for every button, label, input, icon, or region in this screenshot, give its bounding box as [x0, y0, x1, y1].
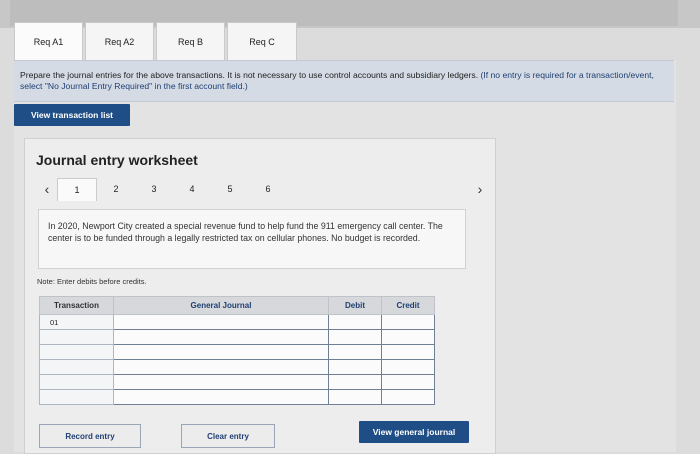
- tab-req-a2[interactable]: Req A2: [85, 22, 154, 61]
- requirement-tabs: Req A1 Req A2 Req B Req C: [14, 22, 299, 62]
- debit-input[interactable]: [328, 389, 382, 405]
- debit-input[interactable]: [328, 329, 382, 345]
- account-input[interactable]: [113, 389, 329, 405]
- table-row: [39, 359, 435, 375]
- col-transaction: Transaction: [39, 296, 114, 315]
- transaction-cell: [39, 389, 114, 405]
- debit-input[interactable]: [328, 374, 382, 390]
- account-input[interactable]: [113, 344, 329, 360]
- debit-input[interactable]: [328, 344, 382, 360]
- worksheet-pager: ‹ 1 2 3 4 5 6 ›: [35, 177, 482, 201]
- journal-table: Transaction General Journal Debit Credit…: [39, 296, 435, 405]
- credit-input[interactable]: [381, 329, 435, 345]
- table-row: 01: [39, 314, 435, 330]
- view-general-journal-button[interactable]: View general journal: [359, 421, 469, 443]
- credit-input[interactable]: [381, 389, 435, 405]
- credit-input[interactable]: [381, 344, 435, 360]
- journal-grid: Transaction General Journal Debit Credit…: [39, 296, 435, 405]
- transaction-cell: [39, 359, 114, 375]
- table-row: [39, 389, 435, 405]
- instructions-box: Prepare the journal entries for the abov…: [14, 60, 674, 102]
- journal-entry-worksheet: Journal entry worksheet ‹ 1 2 3 4 5 6 › …: [24, 138, 496, 454]
- page-5[interactable]: 5: [211, 178, 249, 200]
- account-input[interactable]: [113, 359, 329, 375]
- page-1[interactable]: 1: [57, 177, 97, 201]
- debit-input[interactable]: [328, 359, 382, 375]
- account-input[interactable]: [113, 329, 329, 345]
- table-row: [39, 329, 435, 345]
- entry-note: Note: Enter debits before credits.: [37, 277, 147, 286]
- tab-req-a1[interactable]: Req A1: [14, 22, 83, 61]
- transaction-description-box: In 2020, Newport City created a special …: [38, 209, 466, 269]
- clear-entry-button[interactable]: Clear entry: [181, 424, 275, 448]
- account-input[interactable]: [113, 374, 329, 390]
- transaction-cell: 01: [39, 314, 114, 330]
- debit-input[interactable]: [328, 314, 382, 330]
- worksheet-title: Journal entry worksheet: [36, 152, 198, 168]
- tab-req-b[interactable]: Req B: [156, 22, 225, 61]
- page-3[interactable]: 3: [135, 178, 173, 200]
- col-debit: Debit: [328, 296, 382, 315]
- chevron-right-icon[interactable]: ›: [472, 181, 488, 197]
- col-credit: Credit: [381, 296, 435, 315]
- page-4[interactable]: 4: [173, 178, 211, 200]
- table-row: [39, 344, 435, 360]
- transaction-cell: [39, 374, 114, 390]
- transaction-cell: [39, 329, 114, 345]
- credit-input[interactable]: [381, 359, 435, 375]
- view-transaction-list-button[interactable]: View transaction list: [14, 104, 130, 126]
- credit-input[interactable]: [381, 374, 435, 390]
- table-row: [39, 374, 435, 390]
- transaction-cell: [39, 344, 114, 360]
- instructions-text: Prepare the journal entries for the abov…: [20, 70, 668, 92]
- account-input[interactable]: [113, 314, 329, 330]
- record-entry-button[interactable]: Record entry: [39, 424, 141, 448]
- page-2[interactable]: 2: [97, 178, 135, 200]
- credit-input[interactable]: [381, 314, 435, 330]
- tab-req-c[interactable]: Req C: [227, 22, 297, 61]
- chevron-left-icon[interactable]: ‹: [39, 181, 55, 197]
- transaction-description: In 2020, Newport City created a special …: [48, 221, 443, 243]
- col-general-journal: General Journal: [113, 296, 329, 315]
- instructions-main: Prepare the journal entries for the abov…: [20, 70, 479, 80]
- page-6[interactable]: 6: [249, 178, 287, 200]
